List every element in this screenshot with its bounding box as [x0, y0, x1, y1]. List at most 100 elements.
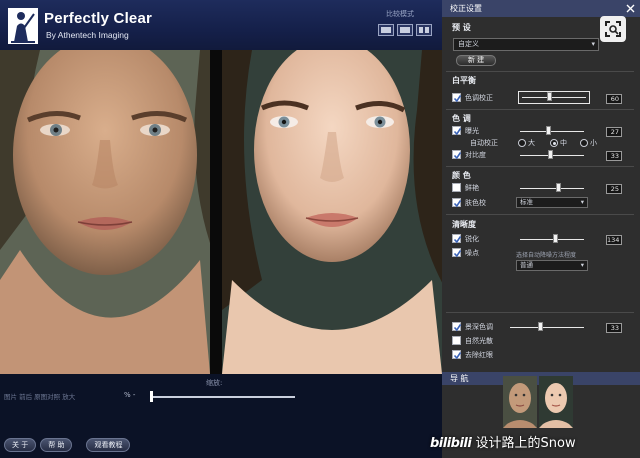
new-preset-button[interactable]: 新 建: [456, 55, 496, 66]
color-title: 颜 色: [452, 171, 471, 180]
check-icon: [453, 250, 462, 258]
chevron-down-icon: ▾: [580, 198, 584, 206]
check-icon: [453, 128, 462, 136]
after-photo[interactable]: [222, 50, 442, 374]
sharpen-slider-thumb[interactable]: [553, 234, 558, 243]
depth-slider-track[interactable]: [510, 327, 584, 328]
red-eye-checkbox[interactable]: [452, 350, 462, 360]
sharpen-value[interactable]: 134: [606, 235, 622, 245]
sharpen-label: 锐化: [465, 235, 479, 243]
noise-select-value: 普通: [520, 261, 533, 269]
contrast-slider-thumb[interactable]: [548, 150, 553, 159]
vibrance-value[interactable]: 25: [606, 184, 622, 194]
contrast-checkbox[interactable]: [452, 150, 462, 160]
skin-tone-checkbox[interactable]: [452, 198, 462, 208]
after-portrait-image: [222, 50, 442, 374]
about-button[interactable]: 关 于: [4, 438, 37, 452]
single-view-button[interactable]: [378, 24, 394, 36]
divider: [446, 109, 634, 110]
vibrance-checkbox[interactable]: [452, 183, 461, 192]
natural-light-label: 自然光散: [465, 337, 493, 345]
help-button[interactable]: 帮 助: [40, 438, 73, 452]
bilibili-logo: bilibili: [430, 436, 472, 451]
view-hint-text: 图片 前后 原图对照 放大: [4, 393, 76, 401]
divider: [446, 71, 634, 72]
skin-tone-label: 肤色校: [465, 199, 486, 207]
photo-compare-area: [0, 50, 442, 374]
logo-icon: [8, 8, 38, 44]
preset-select-value: 自定义: [458, 40, 479, 48]
brand-title: Perfectly Clear: [44, 10, 153, 27]
panel-title: 校正设置: [442, 0, 640, 17]
nav-thumbnail-before[interactable]: [503, 376, 537, 428]
brand-subtitle: By Athentech Imaging: [46, 30, 129, 40]
auto-correct-label: 自动校正: [470, 139, 498, 147]
exposure-label: 曝光: [465, 127, 479, 135]
exposure-value[interactable]: 27: [606, 127, 622, 137]
red-eye-label: 去除红眼: [465, 351, 493, 359]
natural-light-checkbox[interactable]: [452, 336, 461, 345]
nav-thumbnail-before-image: [503, 376, 537, 428]
color-correction-value[interactable]: 60: [606, 94, 622, 104]
contrast-label: 对比度: [465, 151, 486, 159]
color-correction-checkbox[interactable]: [452, 93, 462, 103]
crop-tool-button[interactable]: [600, 16, 626, 42]
color-correction-slider-track[interactable]: [522, 97, 586, 98]
zoom-slider-track[interactable]: [150, 396, 295, 398]
zoom-title: 缩放:: [206, 379, 223, 387]
skin-tone-select[interactable]: 标准 ▾: [516, 197, 588, 208]
check-icon: [453, 324, 462, 332]
sharpness-title: 清晰度: [452, 220, 476, 229]
divider: [446, 214, 634, 215]
noise-select[interactable]: 普通 ▾: [516, 260, 588, 271]
depth-value[interactable]: 33: [606, 323, 622, 333]
preset-select[interactable]: 自定义 ▾: [453, 38, 599, 51]
noise-hint: 选择自动降噪方法程度: [516, 252, 577, 259]
check-icon: [453, 95, 462, 103]
before-photo[interactable]: [0, 50, 210, 374]
radio-small-label: 小: [590, 139, 597, 147]
tone-title: 色 调: [452, 114, 471, 123]
depth-checkbox[interactable]: [452, 322, 462, 332]
check-icon: [453, 352, 462, 360]
radio-medium[interactable]: [550, 139, 558, 147]
contrast-value[interactable]: 33: [606, 151, 622, 161]
skin-tone-select-value: 标准: [520, 198, 533, 206]
radio-large-label: 大: [528, 139, 535, 147]
exposure-slider-thumb[interactable]: [546, 126, 551, 135]
exposure-checkbox[interactable]: [452, 126, 462, 136]
depth-label: 景深色调: [465, 323, 493, 331]
compare-divider[interactable]: [210, 50, 222, 374]
tutorial-button[interactable]: 观看教程: [86, 438, 131, 452]
vibrance-label: 鲜艳: [465, 184, 479, 192]
close-icon[interactable]: [626, 4, 635, 13]
zoom-slider-thumb[interactable]: [150, 391, 153, 402]
watermark-text: 设计路上的Snow: [475, 436, 576, 451]
crop-icon: [605, 21, 621, 37]
sharpen-slider-track[interactable]: [520, 239, 584, 240]
color-correction-label: 色调校正: [465, 94, 493, 102]
compare-mode-label: 比较模式: [386, 10, 414, 18]
compare-mode-buttons: [378, 24, 432, 36]
nav-thumbnail-after-image: [539, 376, 573, 428]
noise-checkbox[interactable]: [452, 248, 462, 258]
depth-slider-thumb[interactable]: [538, 322, 543, 331]
radio-large[interactable]: [518, 139, 526, 147]
nav-thumbnail-after[interactable]: [539, 376, 573, 428]
vibrance-slider-track[interactable]: [520, 188, 584, 189]
presets-title: 预 设: [452, 23, 471, 32]
side-by-side-button[interactable]: [416, 24, 432, 36]
bottom-buttons: 关 于 帮 助 观看教程: [4, 438, 131, 452]
zoom-percent: % -: [124, 391, 136, 399]
radio-small[interactable]: [580, 139, 588, 147]
app-header: Perfectly Clear By Athentech Imaging 比较模…: [0, 0, 442, 50]
split-view-button[interactable]: [397, 24, 413, 36]
color-correction-slider-thumb[interactable]: [547, 92, 552, 101]
sharpen-checkbox[interactable]: [452, 234, 462, 244]
chevron-down-icon: ▾: [580, 261, 584, 269]
check-icon: [453, 152, 462, 160]
noise-label: 噪点: [465, 249, 479, 257]
watermark: bilibili 设计路上的Snow: [430, 432, 576, 451]
exposure-slider-track[interactable]: [520, 131, 584, 132]
vibrance-slider-thumb[interactable]: [556, 183, 561, 192]
